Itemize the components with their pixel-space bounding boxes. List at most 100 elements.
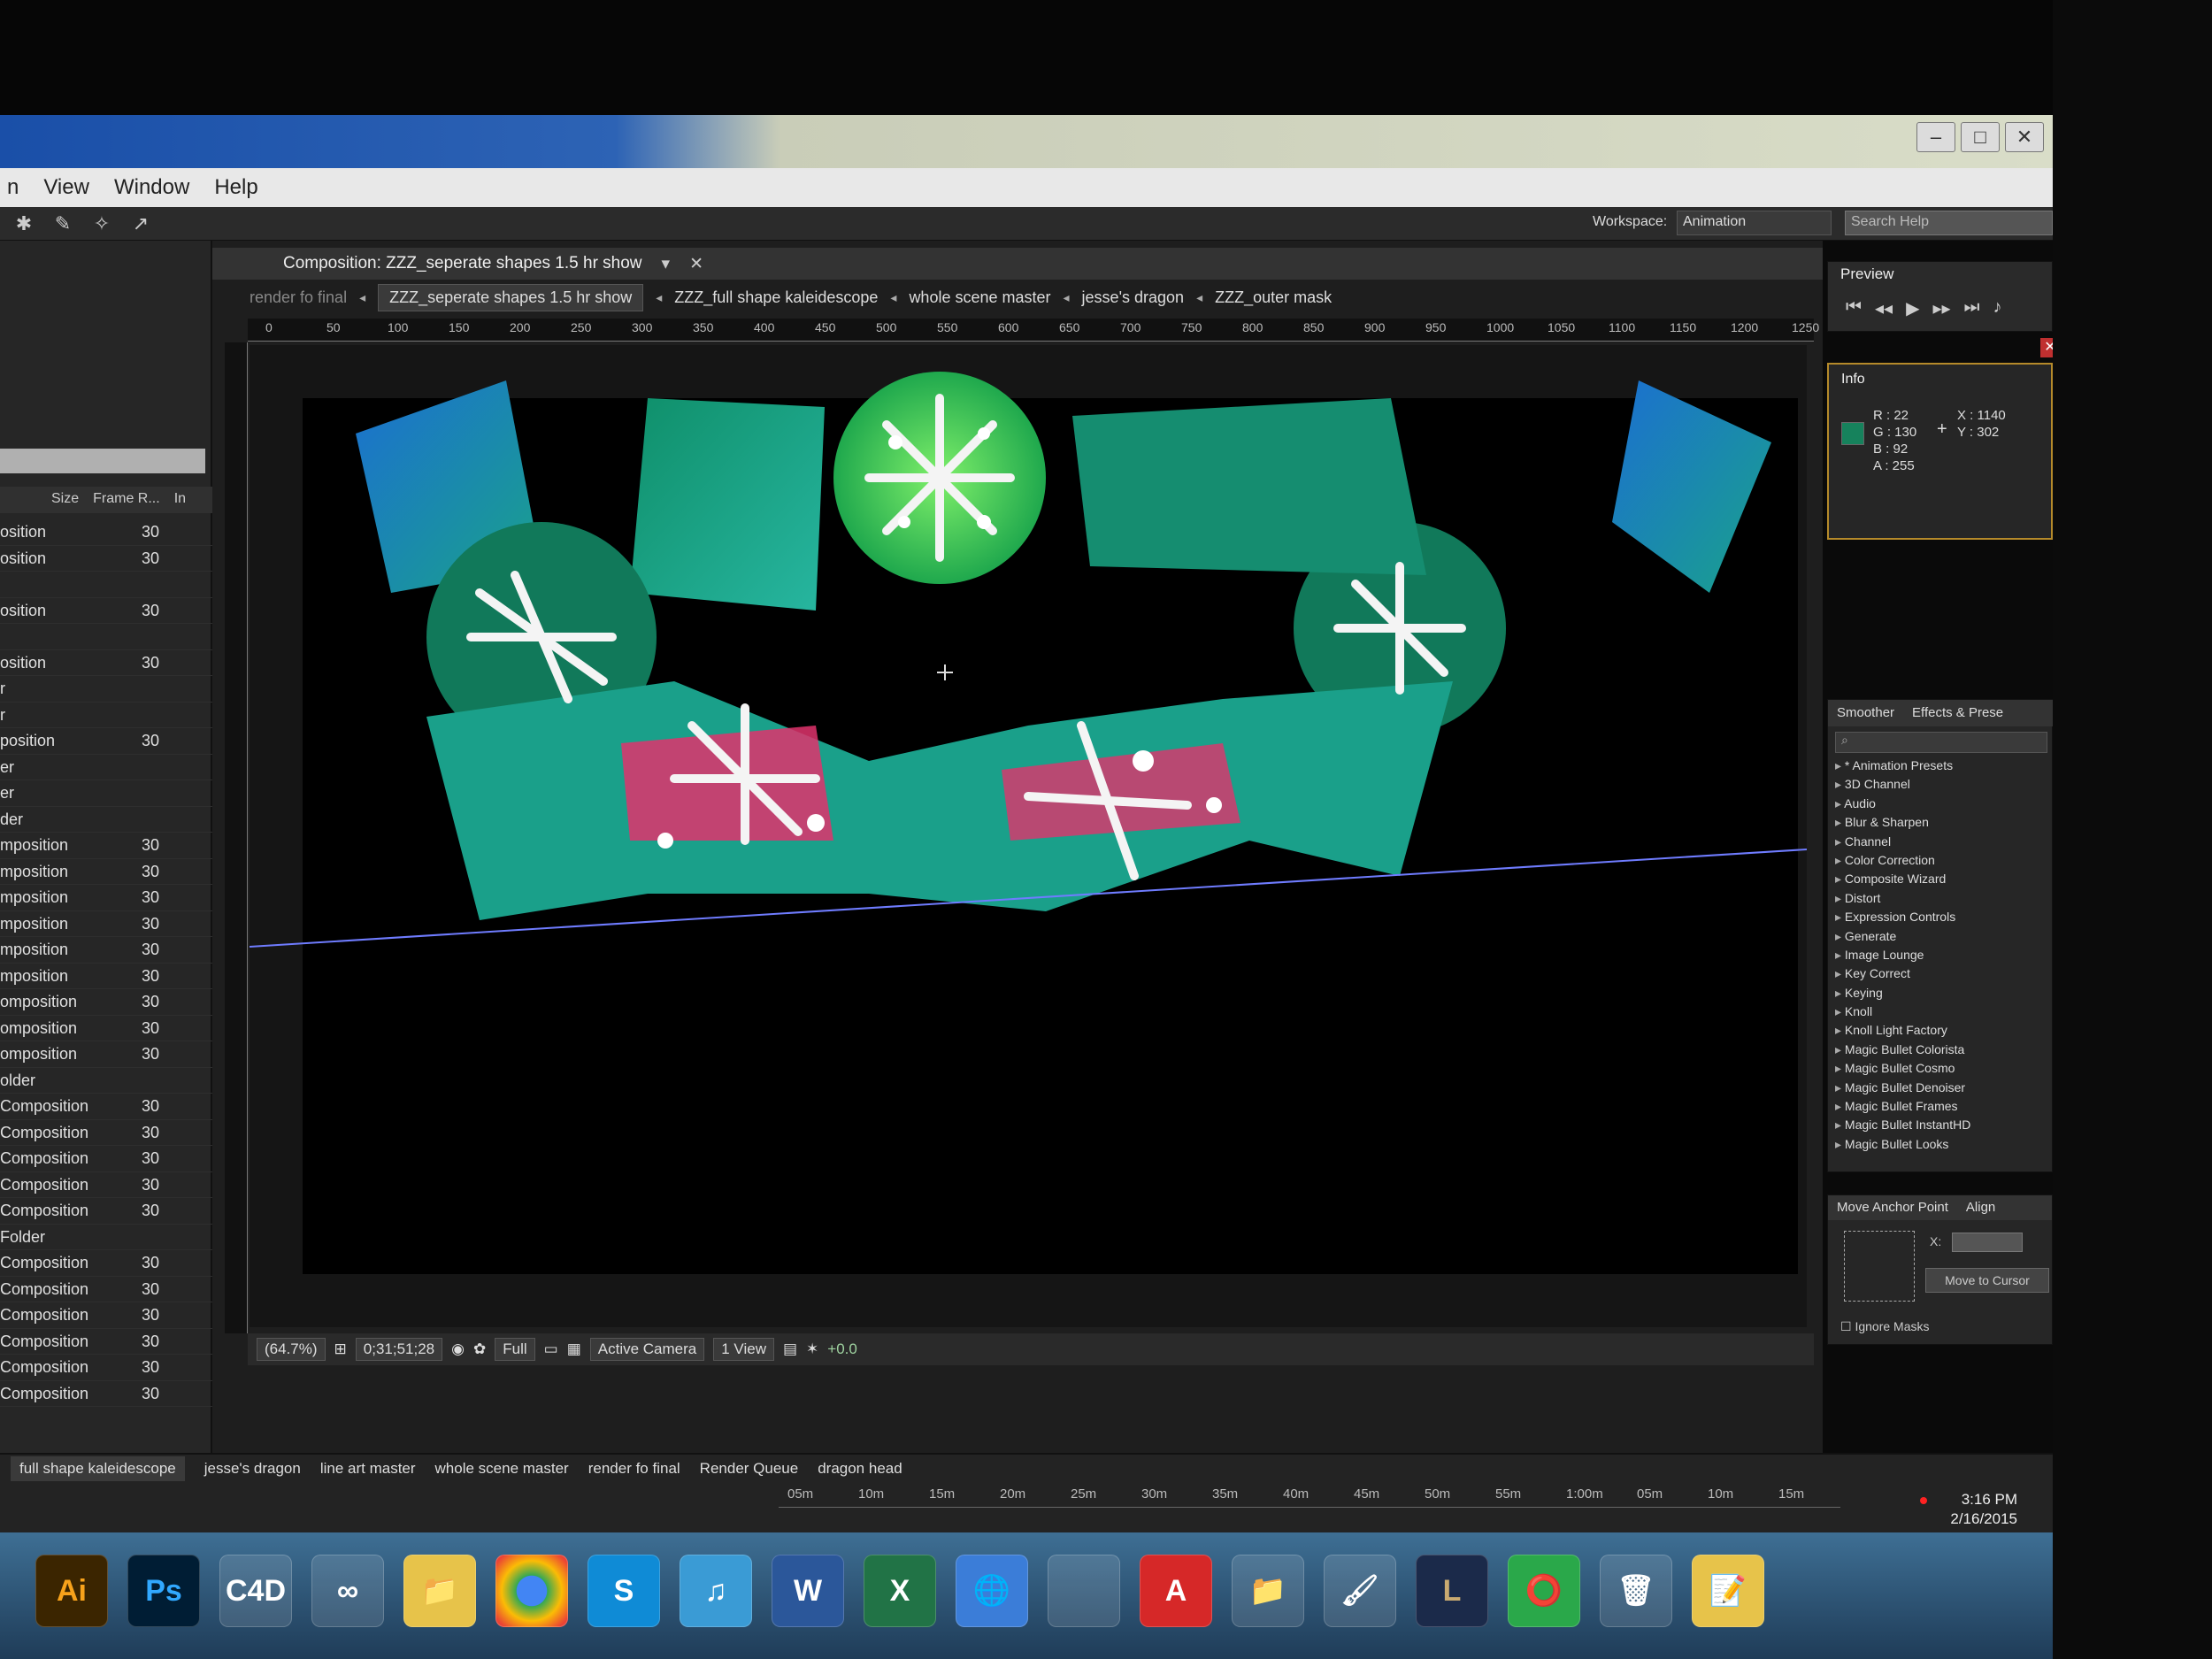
preview-tab[interactable]: Preview xyxy=(1840,265,1893,283)
crumb-outer-mask[interactable]: ZZZ_outer mask xyxy=(1215,288,1332,307)
anchor-grid[interactable] xyxy=(1844,1231,1915,1302)
effects-category-item[interactable]: Image Lounge xyxy=(1835,948,1970,966)
effects-category-item[interactable]: Magic Bullet Frames xyxy=(1835,1099,1970,1118)
file-explorer-icon[interactable]: 📁 xyxy=(403,1555,476,1627)
column-frame-rate[interactable]: Frame R... xyxy=(86,487,167,513)
tab-dragon-head[interactable]: dragon head xyxy=(818,1460,902,1478)
project-item-row[interactable]: osition 30 xyxy=(0,650,212,676)
project-item-row[interactable]: mposition 30 xyxy=(0,859,212,885)
project-item-row[interactable]: Composition 30 xyxy=(0,1120,212,1146)
project-item-row[interactable]: der xyxy=(0,807,212,833)
puppet-tool-icon[interactable]: ✱ xyxy=(9,211,39,237)
project-item-row[interactable]: osition 30 xyxy=(0,519,212,546)
tab-smoother[interactable]: Smoother xyxy=(1828,700,1903,726)
close-button[interactable]: ✕ xyxy=(2005,122,2044,152)
effects-category-item[interactable]: Channel xyxy=(1835,834,1970,853)
project-item-row[interactable]: mposition 30 xyxy=(0,833,212,859)
acrobat-icon[interactable]: A xyxy=(1140,1555,1212,1627)
project-item-row[interactable] xyxy=(0,572,212,598)
color-channel-icon[interactable]: ✿ xyxy=(473,1340,486,1358)
effects-category-item[interactable]: Magic Bullet Looks xyxy=(1835,1137,1970,1156)
current-timecode[interactable]: 0;31;51;28 xyxy=(355,1338,443,1361)
fast-preview-icon[interactable]: ▤ xyxy=(783,1340,797,1358)
reset-exposure-icon[interactable]: ✶ xyxy=(806,1340,818,1358)
project-item-row[interactable]: older xyxy=(0,1068,212,1094)
tab-whole-scene-master[interactable]: whole scene master xyxy=(435,1460,569,1478)
move-to-cursor-button[interactable]: Move to Cursor xyxy=(1925,1268,2049,1293)
views-select[interactable]: 1 View xyxy=(713,1338,774,1361)
menu-item-help[interactable]: Help xyxy=(214,175,257,200)
presentation-icon[interactable] xyxy=(1048,1555,1120,1627)
project-item-row[interactable]: r xyxy=(0,703,212,728)
region-of-interest-icon[interactable]: ▭ xyxy=(544,1340,558,1358)
project-item-row[interactable]: Composition 30 xyxy=(0,1172,212,1198)
menu-item-view[interactable]: View xyxy=(43,175,89,200)
effects-category-item[interactable]: Color Correction xyxy=(1835,853,1970,872)
project-item-row[interactable]: Composition 30 xyxy=(0,1355,212,1381)
cinema4d-icon[interactable]: C4D xyxy=(219,1555,292,1627)
crumb-whole-scene-master[interactable]: whole scene master xyxy=(909,288,1050,307)
search-help-input[interactable]: Search Help xyxy=(1845,211,2053,235)
menu-item-window[interactable]: Window xyxy=(114,175,189,200)
effects-search-input[interactable]: ⌕ xyxy=(1835,732,2047,753)
effects-category-item[interactable]: Magic Bullet Colorista xyxy=(1835,1042,1970,1061)
project-item-row[interactable]: mposition 30 xyxy=(0,885,212,911)
effects-category-item[interactable]: Knoll Light Factory xyxy=(1835,1023,1970,1041)
dropdown-arrow-icon[interactable]: ▾ xyxy=(662,254,671,274)
project-item-row[interactable]: er xyxy=(0,755,212,780)
resolution-select[interactable]: Full xyxy=(495,1338,535,1361)
project-item-row[interactable]: osition 30 xyxy=(0,546,212,572)
close-tab-icon[interactable]: ✕ xyxy=(689,254,703,274)
effects-category-item[interactable]: Magic Bullet InstantHD xyxy=(1835,1118,1970,1136)
prev-frame-icon[interactable]: ◂◂ xyxy=(1875,297,1893,319)
project-item-row[interactable]: Composition 30 xyxy=(0,1146,212,1172)
tab-render-fo-final[interactable]: render fo final xyxy=(588,1460,680,1478)
skype-icon[interactable]: S xyxy=(588,1555,660,1627)
effects-category-item[interactable]: Composite Wizard xyxy=(1835,872,1970,890)
anchor-crosshair-icon[interactable] xyxy=(937,664,953,680)
composition-title[interactable]: Composition: ZZZ_seperate shapes 1.5 hr … xyxy=(283,254,642,273)
effects-category-item[interactable]: Keying xyxy=(1835,986,1970,1004)
ignore-masks-checkbox[interactable]: ☐ Ignore Masks xyxy=(1840,1319,1930,1334)
camera-select[interactable]: Active Camera xyxy=(589,1338,705,1361)
tab-line-art-master[interactable]: line art master xyxy=(320,1460,416,1478)
minimize-button[interactable]: – xyxy=(1916,122,1955,152)
transparency-grid-icon[interactable]: ▦ xyxy=(567,1340,581,1358)
green-app-icon[interactable]: ⭕ xyxy=(1508,1555,1580,1627)
project-item-row[interactable]: mposition 30 xyxy=(0,937,212,964)
project-item-row[interactable]: er xyxy=(0,780,212,807)
project-item-row[interactable]: Composition 30 xyxy=(0,1302,212,1329)
audio-icon[interactable]: ♪ xyxy=(1993,297,2002,319)
project-search-bar[interactable] xyxy=(0,449,205,473)
project-item-row[interactable]: Composition 30 xyxy=(0,1381,212,1407)
word-icon[interactable]: W xyxy=(772,1555,844,1627)
x-input[interactable] xyxy=(1952,1233,2023,1252)
effects-category-item[interactable]: Blur & Sharpen xyxy=(1835,815,1970,833)
arduino-icon[interactable]: ∞ xyxy=(311,1555,384,1627)
workspace-select[interactable]: Animation xyxy=(1677,211,1832,235)
exposure-value[interactable]: +0.0 xyxy=(827,1340,857,1358)
tab-align[interactable]: Align xyxy=(1957,1195,2004,1220)
play-icon[interactable]: ▶ xyxy=(1906,297,1919,319)
effects-category-item[interactable]: Key Correct xyxy=(1835,966,1970,985)
chrome-icon[interactable] xyxy=(495,1555,568,1627)
illustrator-icon[interactable]: Ai xyxy=(35,1555,108,1627)
project-item-row[interactable]: position 30 xyxy=(0,728,212,755)
zoom-select[interactable]: (64.7%) xyxy=(257,1338,326,1361)
project-item-row[interactable]: omposition 30 xyxy=(0,989,212,1016)
effects-category-item[interactable]: Expression Controls xyxy=(1835,910,1970,928)
maximize-button[interactable]: □ xyxy=(1961,122,2000,152)
google-earth-icon[interactable]: 🌐 xyxy=(956,1555,1028,1627)
crumb-render-fo-final[interactable]: render fo final xyxy=(250,288,347,307)
project-item-row[interactable]: omposition 30 xyxy=(0,1016,212,1041)
next-frame-icon[interactable]: ▸▸ xyxy=(1932,297,1950,319)
crumb-full-shape-kaleidescope[interactable]: ZZZ_full shape kaleidescope xyxy=(674,288,878,307)
column-in[interactable]: In xyxy=(167,487,193,513)
folder-icon[interactable]: 📁 xyxy=(1232,1555,1304,1627)
tab-effects-presets[interactable]: Effects & Prese xyxy=(1903,700,2012,726)
effects-category-item[interactable]: Audio xyxy=(1835,796,1970,815)
effects-category-item[interactable]: Knoll xyxy=(1835,1004,1970,1023)
pin-tool-icon[interactable]: ✎ xyxy=(48,211,78,237)
project-item-row[interactable]: Composition 30 xyxy=(0,1329,212,1355)
project-item-row[interactable]: r xyxy=(0,676,212,703)
